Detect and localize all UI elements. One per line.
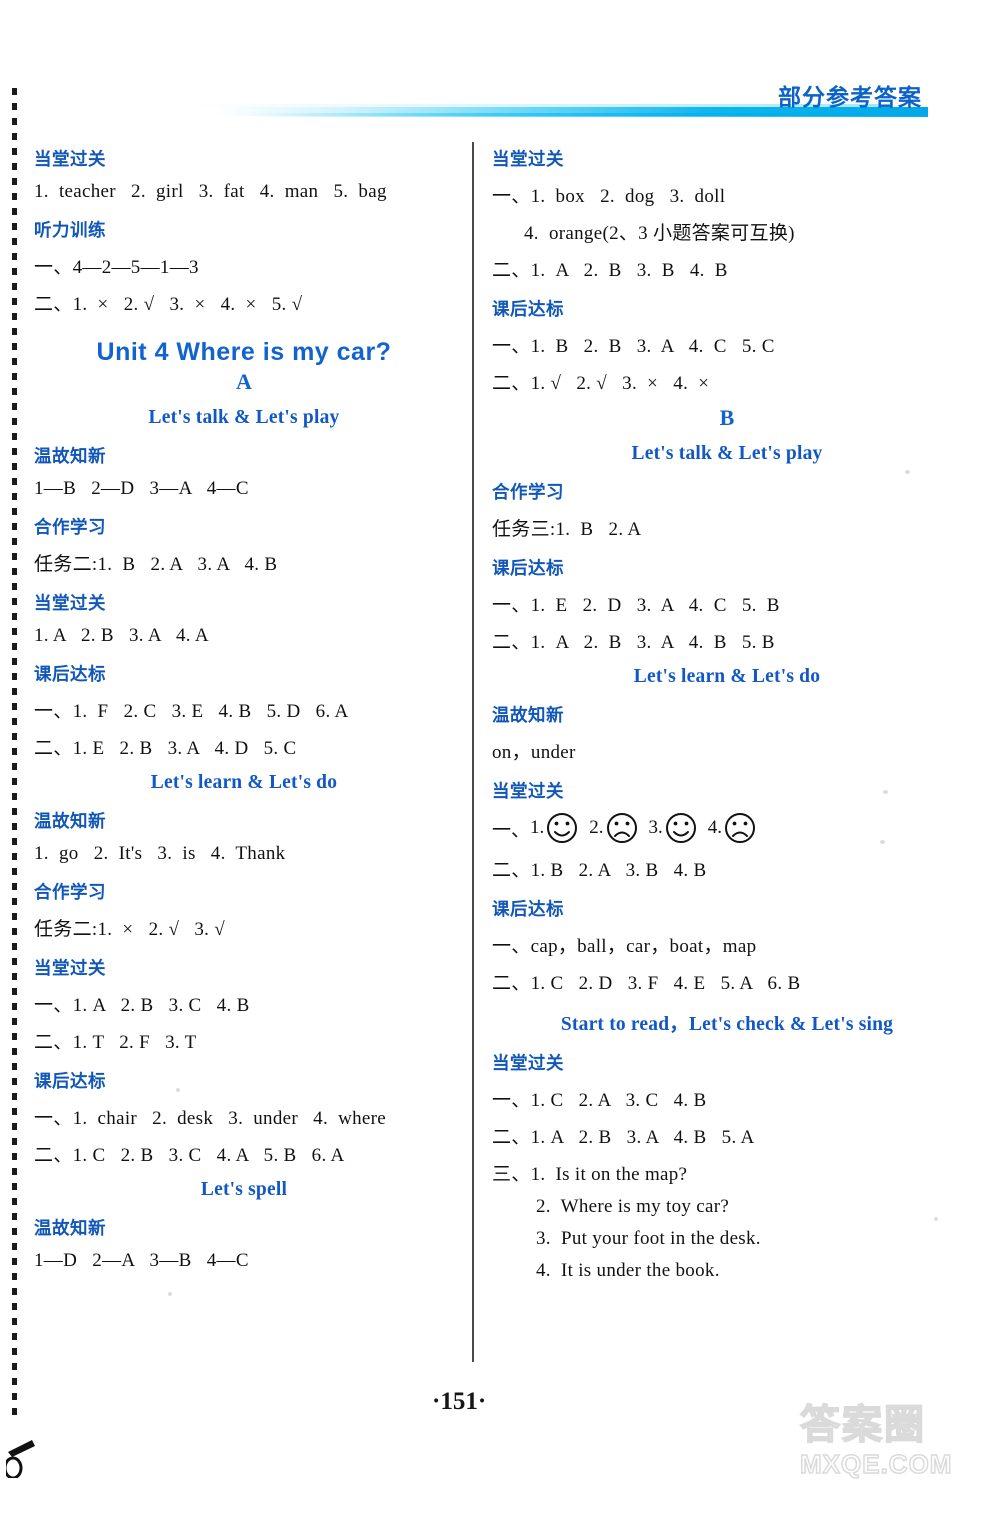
answer-line: 1—D 2—A 3—B 4—C bbox=[34, 1250, 249, 1271]
answer-item-number: 4. bbox=[707, 817, 723, 838]
section-heading: 课后达标 bbox=[492, 558, 564, 578]
answer-line: 二、1. A 2. B 3. B 4. B bbox=[492, 260, 728, 281]
section-heading: 温故知新 bbox=[34, 1218, 106, 1238]
lesson-title: Let's learn & Let's do bbox=[150, 772, 338, 793]
lesson-title: Let's talk & Let's play bbox=[631, 443, 823, 464]
answer-line: 三、1. Is it on the map? bbox=[492, 1164, 688, 1185]
answer-line: 4. orange(2、3 小题答案可互换) bbox=[524, 223, 795, 244]
answer-line: 一、1. chair 2. desk 3. under 4. where bbox=[34, 1108, 387, 1129]
section-heading: 当堂过关 bbox=[34, 958, 106, 978]
section-heading: 听力训练 bbox=[34, 220, 106, 240]
answer-line: 一、1. box 2. dog 3. doll bbox=[492, 186, 726, 207]
answer-line: 1. A 2. B 3. A 4. A bbox=[34, 625, 209, 646]
answer-line-faces: 一、 1. 2. 3. 4. bbox=[492, 811, 962, 845]
answer-line: 二、1. B 2. A 3. B 4. B bbox=[492, 860, 707, 881]
answer-line: 一、4—2—5—1—3 bbox=[34, 257, 199, 278]
section-heading: 温故知新 bbox=[34, 446, 106, 466]
page-title: 部分参考答案 bbox=[778, 84, 922, 110]
section-heading: 课后达标 bbox=[492, 299, 564, 319]
section-heading: 温故知新 bbox=[492, 705, 564, 725]
lesson-title: Let's learn & Let's do bbox=[633, 666, 821, 687]
answer-line: 二、1. E 2. B 3. A 4. D 5. C bbox=[34, 738, 297, 759]
section-heading: 当堂过关 bbox=[34, 593, 106, 613]
answer-line: 二、1. × 2. √ 3. × 4. × 5. √ bbox=[34, 294, 303, 315]
section-heading: 课后达标 bbox=[34, 664, 106, 684]
answer-line: 一、cap，ball，car，boat，map bbox=[492, 936, 757, 957]
answer-line: 二、1. A 2. B 3. A 4. B 5. B bbox=[492, 632, 775, 653]
column-divider bbox=[472, 142, 474, 1362]
answer-line: 二、1. C 2. D 3. F 4. E 5. A 6. B bbox=[492, 973, 801, 994]
page-corner-mark bbox=[6, 1440, 35, 1478]
answer-line: 4. It is under the book. bbox=[536, 1260, 720, 1281]
watermark-en: MXQE.COM bbox=[799, 1448, 953, 1480]
section-heading: 当堂过关 bbox=[34, 149, 106, 169]
watermark: 答案圈 MXQE.COM bbox=[799, 1403, 990, 1505]
section-heading: 课后达标 bbox=[492, 899, 564, 919]
page-number: ·151· bbox=[432, 1388, 487, 1415]
answer-line: 二、1. A 2. B 3. A 4. B 5. A bbox=[492, 1127, 755, 1148]
answer-line: 一、1. E 2. D 3. A 4. C 5. B bbox=[492, 595, 780, 616]
left-answer-column: 当堂过关 1. teacher 2. girl 3. fat 4. man 5. … bbox=[34, 132, 454, 1282]
section-heading: 合作学习 bbox=[34, 882, 106, 902]
answer-line: 3. Put your foot in the desk. bbox=[536, 1228, 761, 1249]
answer-line: 一、1. F 2. C 3. E 4. B 5. D 6. A bbox=[34, 701, 349, 722]
section-heading: 课后达标 bbox=[34, 1071, 106, 1091]
part-letter: A bbox=[236, 369, 252, 394]
answer-line: 2. Where is my toy car? bbox=[536, 1196, 730, 1217]
answer-item-number: 3. bbox=[648, 817, 663, 838]
header-band-inner bbox=[250, 113, 928, 117]
sad-face-icon bbox=[723, 811, 757, 845]
answer-line: 任务二:1. B 2. A 3. A 4. B bbox=[34, 554, 278, 575]
answer-line: 任务二:1. × 2. √ 3. √ bbox=[34, 919, 225, 940]
answer-line: 任务三:1. B 2. A bbox=[492, 519, 642, 540]
lesson-title: Let's talk & Let's play bbox=[148, 407, 340, 428]
answer-line: 二、1. T 2. F 3. T bbox=[34, 1032, 197, 1053]
sad-face-icon bbox=[605, 811, 639, 845]
section-heading: 当堂过关 bbox=[492, 149, 564, 169]
part-letter: B bbox=[719, 405, 735, 430]
happy-face-icon bbox=[664, 811, 698, 845]
answer-key-page: 部分参考答案 当堂过关 1. teacher 2. girl 3. fat 4. … bbox=[0, 0, 1000, 1516]
answer-line: 二、1. √ 2. √ 3. × 4. × bbox=[492, 373, 710, 394]
answer-item-number: 1. bbox=[530, 817, 545, 838]
binding-dashes bbox=[12, 88, 17, 1418]
answer-line: 一、1. C 2. A 3. C 4. B bbox=[492, 1090, 707, 1111]
answer-line: 1—B 2—D 3—A 4—C bbox=[34, 478, 249, 499]
right-answer-column: 当堂过关 一、1. box 2. dog 3. doll 4. orange(2、3… bbox=[492, 132, 962, 1292]
answer-line-label: 一、 bbox=[492, 819, 531, 841]
happy-face-icon bbox=[545, 811, 579, 845]
section-heading: 合作学习 bbox=[492, 482, 564, 502]
answer-line: 1. go 2. It's 3. is 4. Thank bbox=[34, 843, 286, 864]
answer-item-number: 2. bbox=[589, 817, 604, 838]
answer-line: 1. teacher 2. girl 3. fat 4. man 5. bag bbox=[34, 181, 387, 202]
section-heading: 当堂过关 bbox=[492, 781, 564, 801]
section-heading: 温故知新 bbox=[34, 811, 106, 831]
lesson-title: Let's spell bbox=[200, 1179, 288, 1200]
answer-line: 一、1. B 2. B 3. A 4. C 5. C bbox=[492, 336, 775, 357]
lesson-title: Start to read，Let's check & Let's sing bbox=[560, 1014, 894, 1035]
answer-line: 二、1. C 2. B 3. C 4. A 5. B 6. A bbox=[34, 1145, 345, 1166]
watermark-cn: 答案圈 bbox=[799, 1403, 926, 1447]
answer-line: 一、1. A 2. B 3. C 4. B bbox=[34, 995, 250, 1016]
scan-speck bbox=[168, 1292, 172, 1296]
answer-line: on，under bbox=[492, 742, 576, 763]
section-heading: 当堂过关 bbox=[492, 1053, 564, 1073]
unit-title: Unit 4 Where is my car? bbox=[96, 338, 392, 366]
section-heading: 合作学习 bbox=[34, 517, 106, 537]
